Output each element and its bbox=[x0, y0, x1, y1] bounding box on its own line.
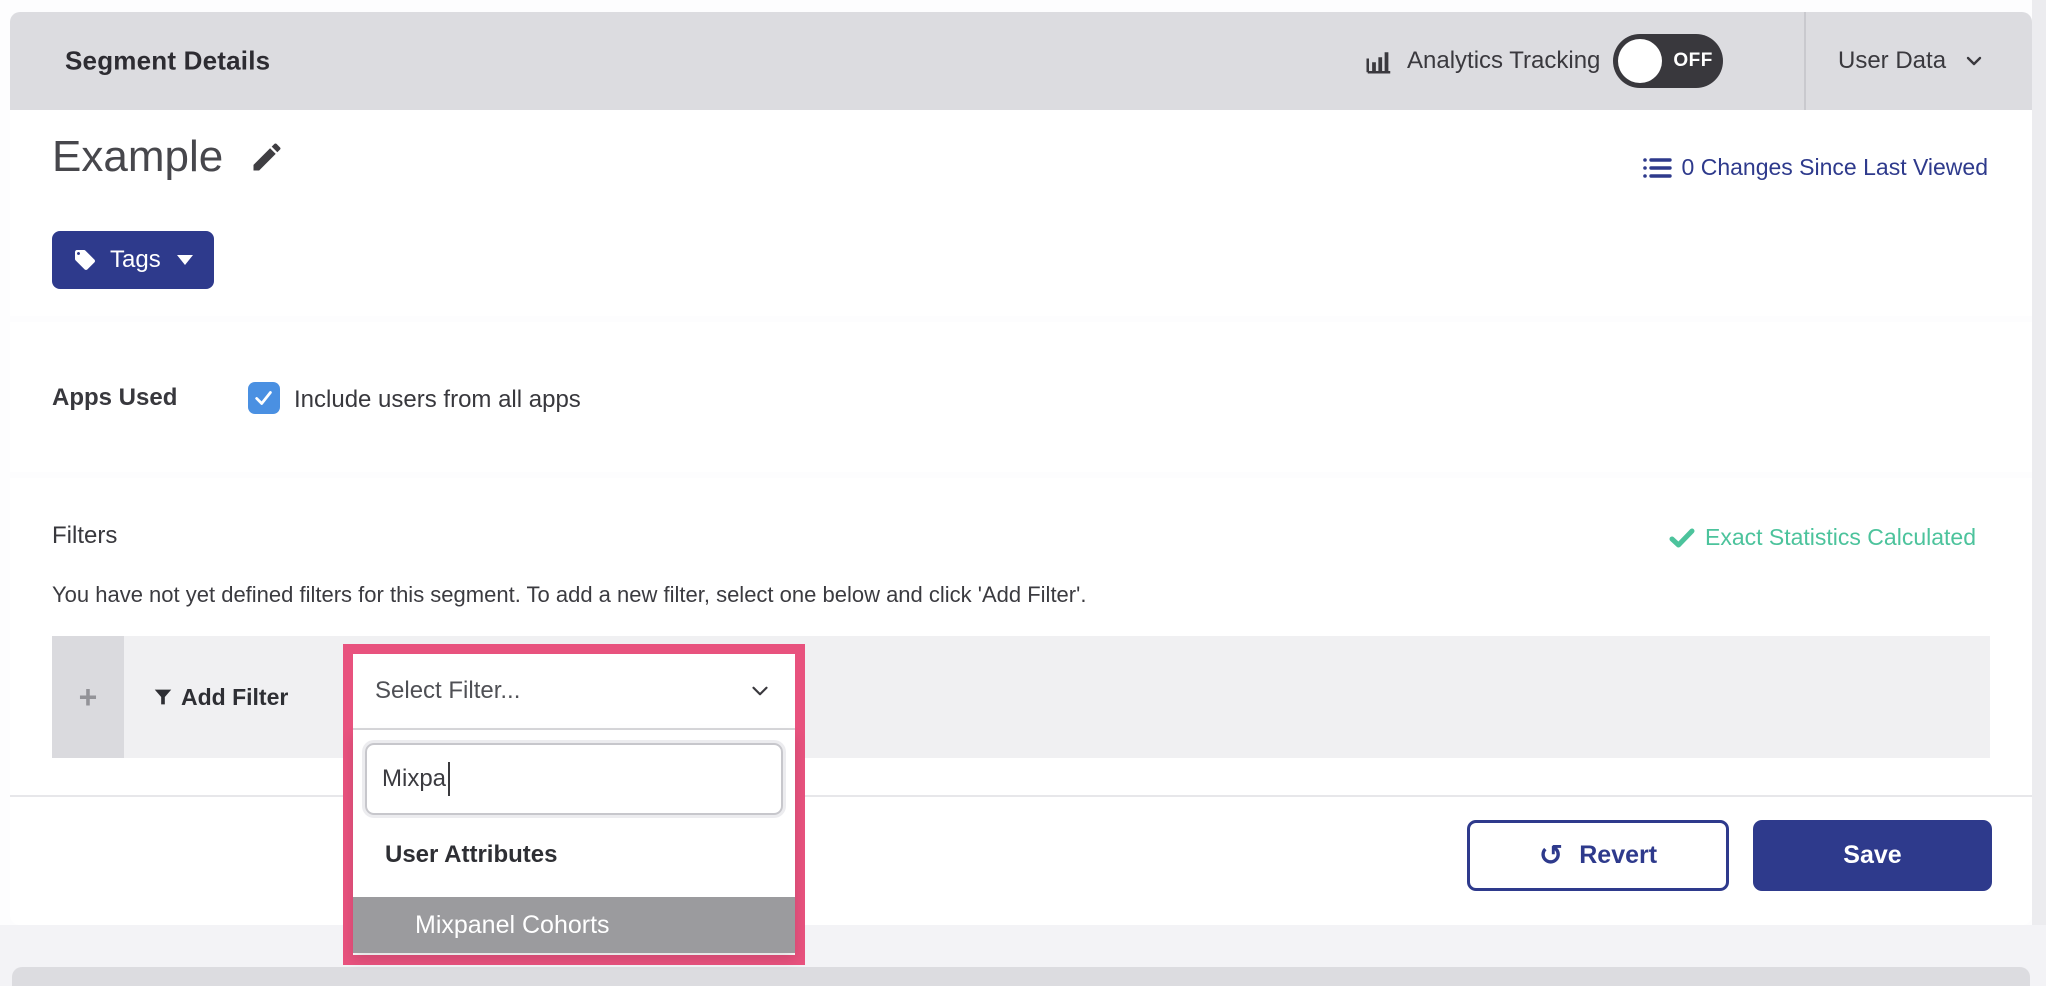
tags-button[interactable]: Tags bbox=[52, 231, 214, 289]
user-data-dropdown[interactable]: User Data bbox=[1838, 12, 1986, 110]
section-divider bbox=[10, 795, 2032, 797]
add-filter-control: Add Filter bbox=[152, 636, 288, 758]
filter-option-mixpanel-cohorts[interactable]: Mixpanel Cohorts bbox=[353, 897, 795, 953]
plus-icon: + bbox=[79, 679, 98, 716]
filter-option-label: Mixpanel Cohorts bbox=[415, 911, 610, 940]
filter-select[interactable]: Select Filter... bbox=[353, 654, 795, 730]
tag-icon bbox=[73, 248, 97, 272]
include-all-apps-checkbox[interactable] bbox=[248, 382, 280, 414]
filters-card: Filters Exact Statistics Calculated You … bbox=[10, 478, 2032, 925]
text-cursor bbox=[448, 762, 450, 796]
revert-button-label: Revert bbox=[1579, 841, 1657, 870]
filter-group-user-attributes: User Attributes bbox=[385, 841, 795, 869]
page-header: Segment Details Analytics Tracking OFF U… bbox=[10, 12, 2032, 110]
apps-used-label: Apps Used bbox=[52, 384, 177, 412]
changes-since-last-viewed-link[interactable]: 0 Changes Since Last Viewed bbox=[1642, 154, 1988, 181]
bar-chart-icon bbox=[1364, 46, 1394, 76]
apps-used-card: Apps Used Include users from all apps bbox=[10, 322, 2032, 472]
caret-down-icon bbox=[177, 255, 193, 265]
list-icon bbox=[1642, 155, 1672, 181]
tags-button-label: Tags bbox=[110, 246, 161, 274]
exact-statistics-status: Exact Statistics Calculated bbox=[1669, 524, 1976, 551]
add-filter-label: Add Filter bbox=[181, 684, 288, 711]
filter-search-input[interactable]: Mixpa bbox=[365, 743, 783, 815]
edit-pencil-icon[interactable] bbox=[249, 139, 285, 175]
filters-heading: Filters bbox=[52, 522, 117, 550]
scrollbar-track[interactable] bbox=[2032, 0, 2046, 986]
segment-title-card: Example 0 Changes Since Last Viewed bbox=[10, 110, 2032, 316]
revert-button[interactable]: ↺ Revert bbox=[1467, 820, 1729, 891]
collapsed-section-bar[interactable] bbox=[12, 967, 2030, 986]
segment-name: Example bbox=[52, 132, 223, 182]
filter-search-value: Mixpa bbox=[382, 765, 446, 793]
save-button[interactable]: Save bbox=[1753, 820, 1992, 891]
header-divider bbox=[1804, 12, 1806, 110]
chevron-down-icon bbox=[1962, 49, 1986, 73]
page-title: Segment Details bbox=[65, 46, 270, 77]
filters-description: You have not yet defined filters for thi… bbox=[52, 582, 1086, 608]
toggle-knob bbox=[1618, 39, 1662, 83]
analytics-tracking-group: Analytics Tracking OFF bbox=[1364, 12, 1723, 110]
exact-statistics-label: Exact Statistics Calculated bbox=[1705, 524, 1976, 551]
filter-dropdown-popup: Mixpa User Attributes Mixpanel Cohorts bbox=[353, 730, 795, 953]
highlight-annotation-box: Select Filter... Mixpa User Attributes M… bbox=[343, 644, 805, 965]
funnel-icon bbox=[152, 686, 174, 708]
chevron-down-icon bbox=[747, 678, 773, 704]
filter-select-value: Select Filter... bbox=[375, 677, 520, 705]
add-filter-plus-button[interactable]: + bbox=[52, 636, 124, 758]
toggle-state-label: OFF bbox=[1673, 50, 1713, 72]
segment-name-row: Example bbox=[52, 132, 285, 182]
check-icon bbox=[1669, 527, 1695, 549]
include-all-apps-label[interactable]: Include users from all apps bbox=[294, 386, 581, 414]
undo-icon: ↺ bbox=[1539, 841, 1563, 870]
check-icon bbox=[253, 387, 275, 409]
changes-link-label: 0 Changes Since Last Viewed bbox=[1682, 154, 1988, 181]
analytics-tracking-label: Analytics Tracking bbox=[1407, 47, 1600, 75]
save-button-label: Save bbox=[1843, 841, 1901, 869]
analytics-tracking-toggle[interactable]: OFF bbox=[1613, 34, 1723, 88]
user-data-label: User Data bbox=[1838, 47, 1946, 75]
